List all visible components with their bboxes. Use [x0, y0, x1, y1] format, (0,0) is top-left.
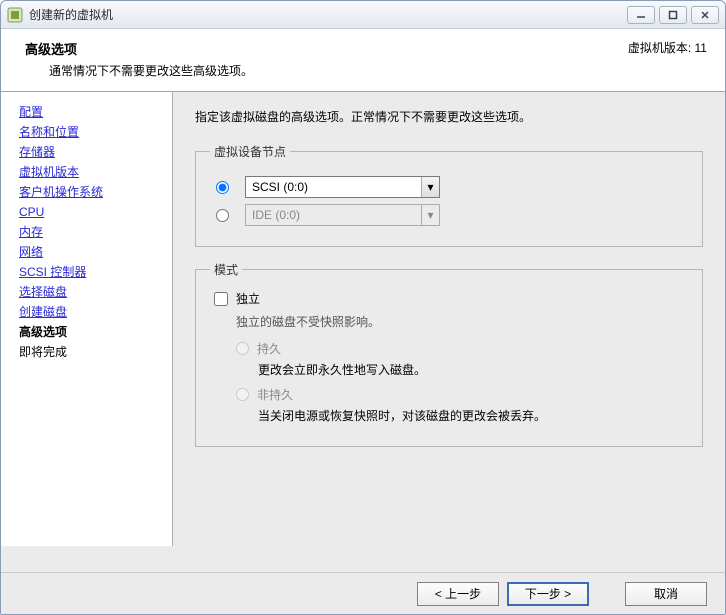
dropdown-arrow-icon: ▾	[421, 205, 439, 225]
app-icon	[7, 7, 23, 23]
scsi-radio[interactable]	[216, 181, 229, 194]
step-scsi-controller[interactable]: SCSI 控制器	[19, 262, 172, 282]
window-title: 创建新的虚拟机	[29, 6, 627, 23]
page-subtitle: 通常情况下不需要更改这些高级选项。	[49, 62, 707, 79]
step-guest-os[interactable]: 客户机操作系统	[19, 182, 172, 202]
window-controls	[627, 6, 719, 24]
nonpersistent-description: 当关闭电源或恢复快照时，对该磁盘的更改会被丢弃。	[258, 407, 688, 424]
scsi-node-value: SCSI (0:0)	[252, 180, 308, 194]
step-advanced-options: 高级选项	[19, 322, 172, 342]
ide-node-select: IDE (0:0) ▾	[245, 204, 440, 226]
persistent-radio	[236, 342, 249, 355]
dropdown-arrow-icon: ▾	[421, 177, 439, 197]
scsi-node-select[interactable]: SCSI (0:0) ▾	[245, 176, 440, 198]
next-button[interactable]: 下一步 >	[507, 582, 589, 606]
independent-label: 独立	[236, 290, 260, 307]
independent-checkbox[interactable]	[214, 292, 228, 306]
step-configuration[interactable]: 配置	[19, 102, 172, 122]
step-memory[interactable]: 内存	[19, 222, 172, 242]
nonpersistent-label: 非持久	[257, 386, 293, 403]
independent-description: 独立的磁盘不受快照影响。	[236, 313, 688, 330]
mode-legend: 模式	[210, 261, 242, 278]
wizard-header: 高级选项 虚拟机版本: 11 通常情况下不需要更改这些高级选项。	[1, 29, 725, 92]
back-button[interactable]: < 上一步	[417, 582, 499, 606]
instruction-text: 指定该虚拟磁盘的高级选项。正常情况下不需要更改这些选项。	[195, 108, 703, 125]
step-select-disk[interactable]: 选择磁盘	[19, 282, 172, 302]
cancel-button[interactable]: 取消	[625, 582, 707, 606]
dialog-window: 创建新的虚拟机 高级选项 虚拟机版本: 11 通常情况下不需要更改这些高级选项。…	[0, 0, 726, 615]
wizard-main-panel: 指定该虚拟磁盘的高级选项。正常情况下不需要更改这些选项。 虚拟设备节点 SCSI…	[173, 92, 725, 572]
step-ready-complete: 即将完成	[19, 342, 172, 362]
wizard-steps-sidebar: 配置 名称和位置 存储器 虚拟机版本 客户机操作系统 CPU 内存 网络 SCS…	[1, 92, 173, 546]
step-vm-version[interactable]: 虚拟机版本	[19, 162, 172, 182]
ide-node-value: IDE (0:0)	[252, 208, 300, 222]
wizard-footer: < 上一步 下一步 > 取消	[1, 572, 725, 614]
step-name-location[interactable]: 名称和位置	[19, 122, 172, 142]
ide-radio[interactable]	[216, 209, 229, 222]
titlebar[interactable]: 创建新的虚拟机	[1, 1, 725, 29]
step-network[interactable]: 网络	[19, 242, 172, 262]
close-button[interactable]	[691, 6, 719, 24]
wizard-body: 配置 名称和位置 存储器 虚拟机版本 客户机操作系统 CPU 内存 网络 SCS…	[1, 92, 725, 572]
step-storage[interactable]: 存储器	[19, 142, 172, 162]
persistent-description: 更改会立即永久性地写入磁盘。	[258, 361, 688, 378]
maximize-button[interactable]	[659, 6, 687, 24]
virtual-device-node-legend: 虚拟设备节点	[210, 143, 290, 160]
minimize-button[interactable]	[627, 6, 655, 24]
virtual-device-node-group: 虚拟设备节点 SCSI (0:0) ▾ IDE (0:0) ▾	[195, 143, 703, 247]
vm-version-label: 虚拟机版本: 11	[628, 39, 707, 56]
persistent-label: 持久	[257, 340, 281, 357]
page-title: 高级选项	[25, 39, 77, 58]
mode-group: 模式 独立 独立的磁盘不受快照影响。 持久 更改会立即永久性地写入磁盘。 非持久…	[195, 261, 703, 447]
step-cpu[interactable]: CPU	[19, 202, 172, 222]
nonpersistent-radio	[236, 388, 249, 401]
step-create-disk[interactable]: 创建磁盘	[19, 302, 172, 322]
